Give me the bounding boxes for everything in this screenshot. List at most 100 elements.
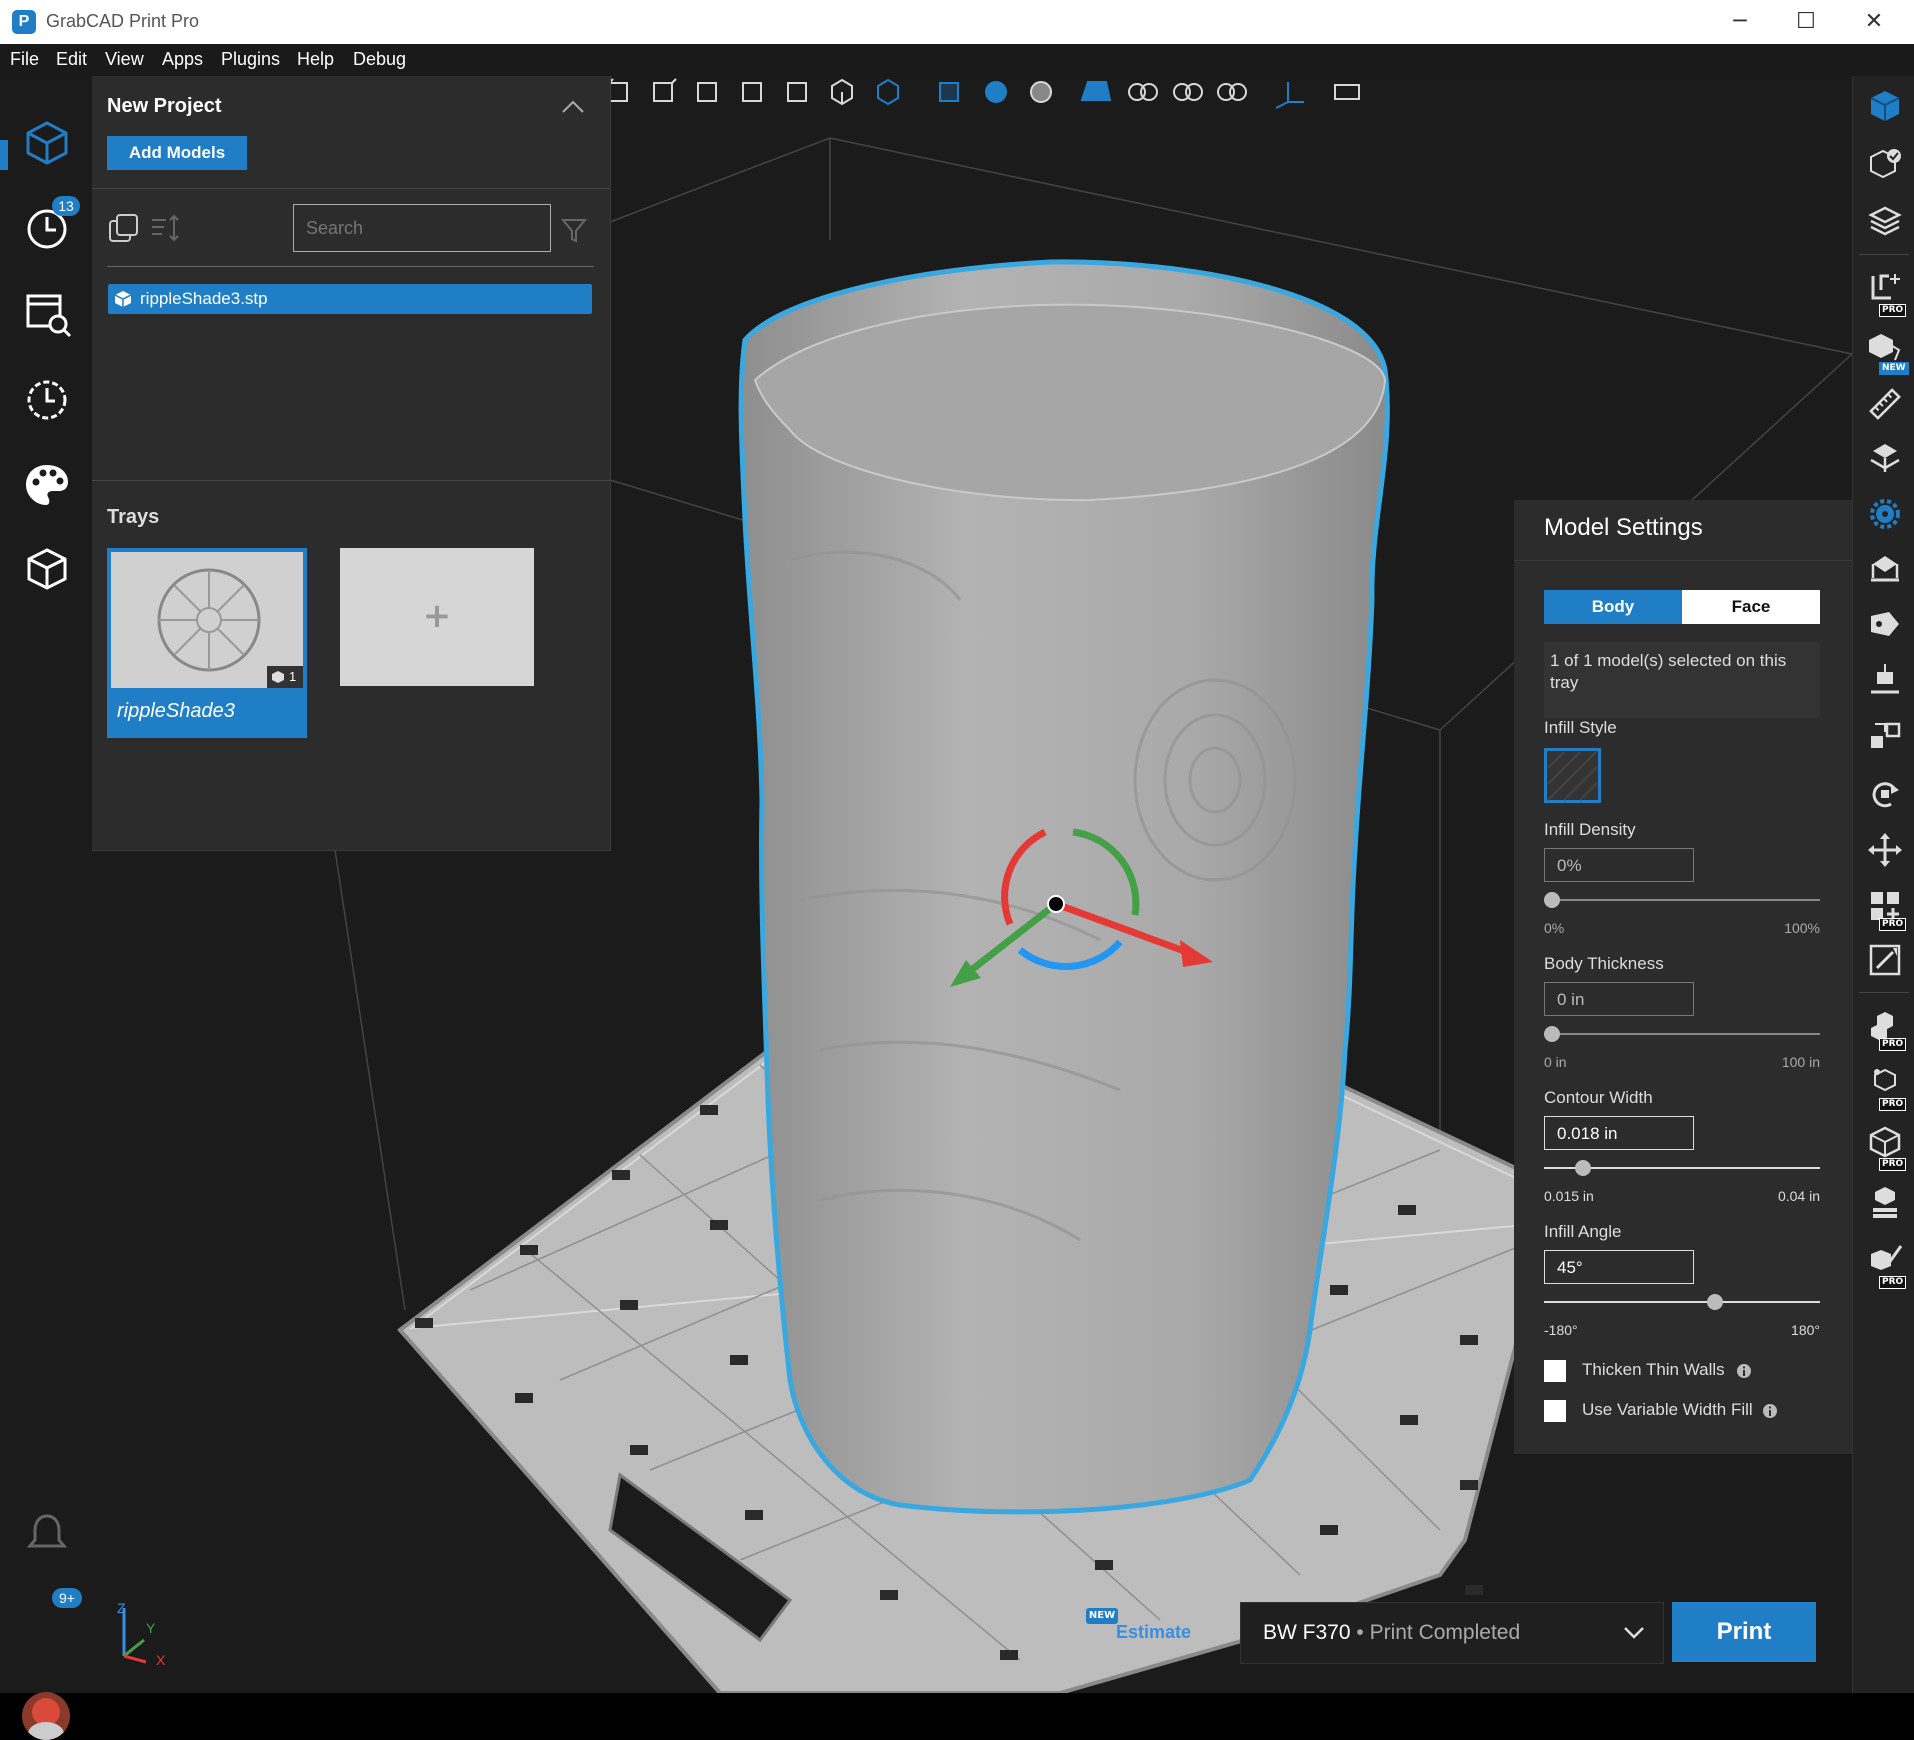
divider xyxy=(1514,560,1852,561)
palette-icon[interactable] xyxy=(22,460,72,510)
contour-width-input[interactable]: 0.018 in xyxy=(1544,1116,1694,1150)
sort-icon[interactable] xyxy=(150,212,184,244)
model-cube-icon[interactable] xyxy=(1867,88,1903,124)
wire-cube-pro-icon[interactable] xyxy=(1867,1124,1903,1160)
menu-help[interactable]: Help xyxy=(297,49,334,70)
filter-icon[interactable] xyxy=(560,216,588,244)
infill-density-input[interactable]: 0% xyxy=(1544,848,1694,882)
view-bottom-icon xyxy=(787,82,807,102)
notifications-badge: 9+ xyxy=(52,1588,82,1608)
move-icon[interactable] xyxy=(1867,832,1903,868)
divider xyxy=(92,188,610,189)
prepare-icon[interactable] xyxy=(22,118,72,168)
layers-icon[interactable] xyxy=(1867,204,1903,240)
model-cube-icon xyxy=(114,291,132,307)
printer-status: Print Completed xyxy=(1369,1621,1521,1644)
align-bottom-icon[interactable] xyxy=(1867,662,1903,698)
info-icon[interactable] xyxy=(1762,1403,1778,1419)
infill-density-knob[interactable] xyxy=(1544,892,1560,908)
infill-angle-knob[interactable] xyxy=(1706,1294,1723,1310)
rail-active-indicator xyxy=(0,140,8,170)
contour-width-slider[interactable] xyxy=(1544,1160,1820,1176)
tray-card[interactable]: 1 rippleShade3 xyxy=(107,548,307,738)
trays-label: Trays xyxy=(107,506,160,528)
ruler-icon[interactable] xyxy=(1867,386,1903,422)
materials-box-icon[interactable] xyxy=(22,544,72,594)
orient-icon[interactable] xyxy=(1867,440,1903,476)
variable-width-fill-label: Use Variable Width Fill xyxy=(1582,1400,1753,1419)
contour-width-max: 0.04 in xyxy=(1777,1188,1820,1204)
info-icon[interactable] xyxy=(1736,1363,1752,1379)
menu-edit[interactable]: Edit xyxy=(56,49,87,70)
maximize-button[interactable]: ☐ xyxy=(1778,6,1834,38)
minimize-button[interactable]: ─ xyxy=(1712,6,1768,38)
model-check-icon[interactable] xyxy=(1867,146,1903,182)
tab-face[interactable]: Face xyxy=(1682,590,1820,624)
tag-icon[interactable] xyxy=(1867,606,1903,642)
body-thickness-slider[interactable] xyxy=(1544,1026,1820,1042)
body-thickness-label: Body Thickness xyxy=(1544,954,1664,973)
thicken-thin-walls-checkbox[interactable] xyxy=(1544,1360,1566,1382)
view-group-a-icon xyxy=(1128,83,1158,101)
collapse-chevron-icon[interactable] xyxy=(560,98,586,114)
view-iso-icon xyxy=(831,78,853,106)
schedule-icon[interactable] xyxy=(22,288,72,338)
copy-icon[interactable] xyxy=(108,212,142,244)
add-tray-button[interactable]: + xyxy=(340,548,534,686)
menu-apps[interactable]: Apps xyxy=(162,49,203,70)
job-history-icon[interactable] xyxy=(22,374,72,424)
thicken-thin-walls-label: Thicken Thin Walls xyxy=(1582,1360,1725,1379)
body-thickness-input[interactable]: 0 in xyxy=(1544,982,1694,1016)
add-models-button[interactable]: Add Models xyxy=(107,136,247,170)
divider xyxy=(92,480,610,481)
contour-width-label: Contour Width xyxy=(1544,1088,1653,1107)
divider xyxy=(1859,254,1909,255)
view-group-b-icon xyxy=(1173,83,1203,101)
title-bar: P GrabCAD Print Pro ─ ☐ ✕ xyxy=(0,0,1914,44)
place-icon[interactable] xyxy=(1867,552,1903,588)
infill-angle-slider[interactable] xyxy=(1544,1294,1820,1310)
scale-arrange-icon[interactable] xyxy=(1867,718,1903,754)
close-button[interactable]: ✕ xyxy=(1846,6,1902,38)
view-shaded-icon xyxy=(939,82,959,102)
resize-icon[interactable] xyxy=(1867,942,1903,978)
window-title: GrabCAD Print Pro xyxy=(46,11,200,31)
cube-stack-icon[interactable] xyxy=(1867,1184,1903,1220)
view-toolbar-icons xyxy=(562,78,1360,109)
chevron-down-icon xyxy=(1624,1627,1644,1639)
multi-cube-pro-icon[interactable] xyxy=(1867,1006,1903,1042)
tab-body[interactable]: Body xyxy=(1544,590,1682,624)
variable-width-fill-checkbox[interactable] xyxy=(1544,1400,1566,1422)
verify-pro-icon[interactable] xyxy=(1867,1242,1903,1278)
user-avatar[interactable] xyxy=(22,1692,70,1740)
menu-bar: File Edit View Apps Plugins Help Debug xyxy=(0,44,1914,76)
menu-view[interactable]: View xyxy=(105,49,144,70)
axis-z-label: Z xyxy=(117,1600,126,1616)
infill-style-label: Infill Style xyxy=(1544,718,1617,737)
model-settings-gear-icon[interactable] xyxy=(1867,496,1903,532)
supports-new-icon[interactable] xyxy=(1867,330,1903,366)
pro-badge: PRO xyxy=(1879,1038,1907,1051)
rotate-icon[interactable] xyxy=(1867,776,1903,812)
contour-width-knob[interactable] xyxy=(1575,1160,1592,1176)
project-panel: New Project Add Models rippleShade3.stp … xyxy=(92,76,611,851)
body-thickness-knob[interactable] xyxy=(1544,1026,1560,1042)
left-rail: 13 9+ xyxy=(0,76,92,1740)
infill-angle-input[interactable]: 45° xyxy=(1544,1250,1694,1284)
print-button[interactable]: Print xyxy=(1672,1602,1816,1662)
infill-density-slider[interactable] xyxy=(1544,892,1820,908)
settings-title: Model Settings xyxy=(1544,514,1703,541)
notifications-bell-icon[interactable] xyxy=(22,1508,72,1558)
view-toolbar xyxy=(552,74,1362,110)
infill-style-swatch[interactable] xyxy=(1544,748,1602,804)
insert-pro-icon[interactable] xyxy=(1867,270,1903,306)
printer-separator: • xyxy=(1350,1621,1370,1644)
menu-debug[interactable]: Debug xyxy=(353,49,406,70)
estimate-link[interactable]: Estimate xyxy=(1116,1622,1191,1643)
cube-tree-pro-icon[interactable] xyxy=(1867,1064,1903,1100)
menu-file[interactable]: File xyxy=(10,49,39,70)
printer-select[interactable]: BW F370 • Print Completed xyxy=(1240,1602,1664,1664)
model-list-item[interactable]: rippleShade3.stp xyxy=(108,284,592,314)
menu-plugins[interactable]: Plugins xyxy=(221,49,280,70)
search-input[interactable] xyxy=(293,204,551,252)
